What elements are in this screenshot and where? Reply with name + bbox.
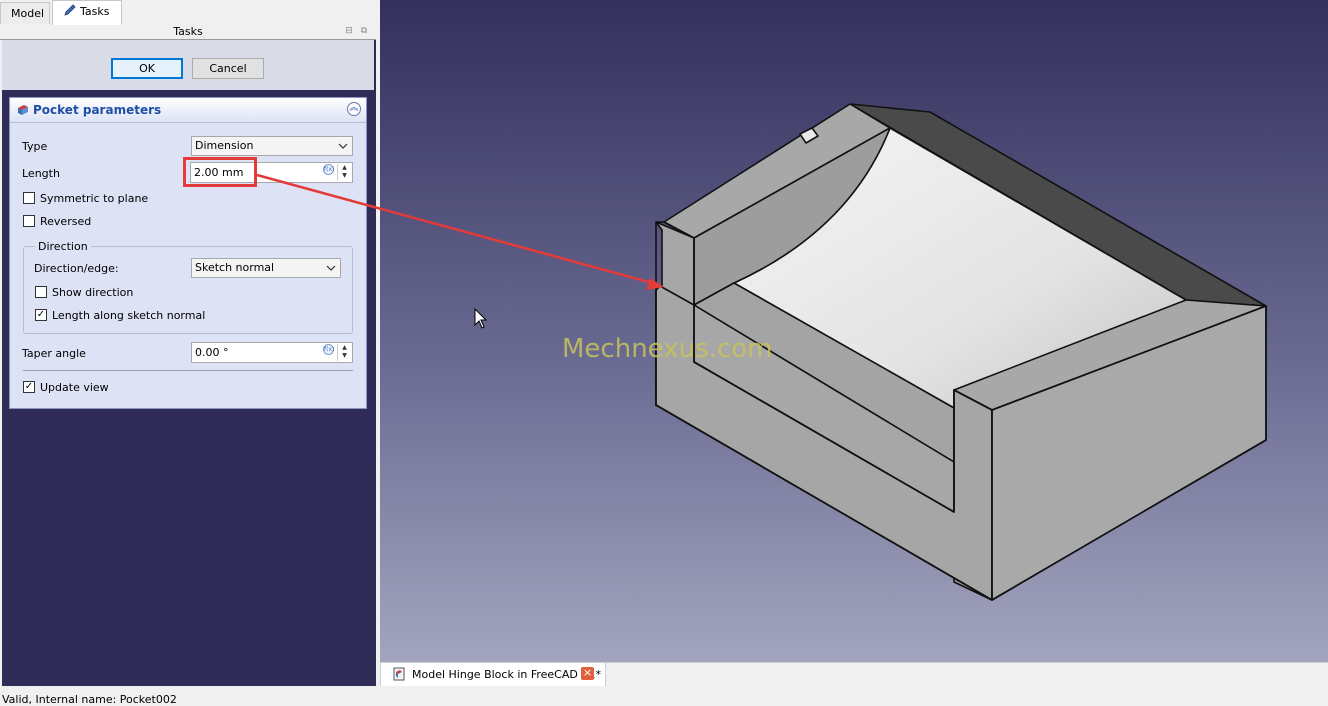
ok-button[interactable]: OK — [111, 58, 183, 79]
taper-spinner[interactable]: ▲ ▼ — [337, 344, 351, 361]
tab-tasks-label: Tasks — [80, 5, 110, 18]
dialog-button-box: OK Cancel — [2, 40, 374, 90]
panel-title-bar: Pocket parameters ︽ — [10, 98, 366, 123]
spin-up-icon[interactable]: ▲ — [338, 344, 351, 352]
checkmark-icon: ✓ — [24, 381, 34, 392]
separator — [23, 370, 353, 371]
document-tab[interactable]: Model Hinge Block in FreeCAD : 1* × — [380, 663, 606, 687]
update-view-label: Update view — [40, 381, 109, 394]
close-icon[interactable]: × — [581, 667, 594, 680]
direction-edge-label: Direction/edge: — [34, 262, 119, 275]
document-tabbar: Model Hinge Block in FreeCAD : 1* × — [380, 662, 1328, 687]
expression-icon[interactable]: f(x) — [323, 344, 334, 355]
spin-up-icon[interactable]: ▲ — [338, 164, 351, 172]
direction-edge-select[interactable]: Sketch normal — [191, 258, 341, 278]
reversed-checkbox[interactable] — [23, 215, 35, 227]
type-value: Dimension — [195, 139, 254, 152]
taper-input[interactable]: 0.00 ° f(x) ▲ ▼ — [191, 342, 353, 363]
document-tab-label: Model Hinge Block in FreeCAD : 1* — [412, 668, 602, 681]
document-icon — [393, 667, 405, 681]
combo-tabbar: Model Tasks — [0, 0, 376, 25]
show-direction-checkbox[interactable] — [35, 286, 47, 298]
mouse-cursor-icon — [474, 308, 488, 329]
tab-tasks[interactable]: Tasks — [52, 0, 122, 25]
checkmark-icon: ✓ — [36, 309, 46, 320]
tab-model-label: Model — [11, 7, 45, 20]
taper-value: 0.00 ° — [195, 346, 229, 359]
pocket-icon — [18, 105, 28, 115]
length-label: Length — [22, 167, 60, 180]
length-highlight-box — [183, 157, 257, 187]
along-normal-checkbox[interactable]: ✓ — [35, 309, 47, 321]
pencil-icon — [64, 4, 76, 16]
direction-edge-value: Sketch normal — [195, 261, 275, 274]
status-text: Valid, Internal name: Pocket002 — [2, 693, 177, 706]
reversed-label: Reversed — [40, 215, 92, 228]
expression-icon[interactable]: f(x) — [323, 164, 334, 175]
spin-down-icon[interactable]: ▼ — [338, 352, 351, 360]
update-view-checkbox[interactable]: ✓ — [23, 381, 35, 393]
tab-model[interactable]: Model — [0, 2, 50, 24]
symmetric-label: Symmetric to plane — [40, 192, 149, 205]
dropdown-arrow-icon — [338, 143, 348, 149]
undock-icon[interactable]: ⧉ — [359, 26, 369, 36]
along-normal-label: Length along sketch normal — [52, 309, 206, 322]
pocket-parameters-panel: Pocket parameters ︽ Type Dimension Lengt… — [9, 97, 367, 409]
tasks-header: Tasks — [0, 25, 376, 40]
status-bar: Valid, Internal name: Pocket002 — [0, 686, 1328, 706]
collapse-icon[interactable]: ︽ — [347, 102, 361, 116]
cancel-button[interactable]: Cancel — [192, 58, 264, 79]
show-direction-label: Show direction — [52, 286, 134, 299]
length-spinner[interactable]: ▲ ▼ — [337, 164, 351, 181]
type-label: Type — [22, 140, 48, 153]
direction-group-title: Direction — [35, 240, 91, 253]
3d-viewport[interactable]: Mechnexus.com — [380, 0, 1328, 662]
combo-view: Model Tasks Tasks ⊟ ⧉ OK Cancel Pocket p… — [0, 0, 376, 686]
symmetric-checkbox[interactable] — [23, 192, 35, 204]
spin-down-icon[interactable]: ▼ — [338, 172, 351, 180]
hinge-block-model — [655, 103, 1267, 601]
float-icon[interactable]: ⊟ — [344, 26, 354, 36]
taper-label: Taper angle — [22, 347, 86, 360]
panel-title: Pocket parameters — [33, 103, 162, 117]
dropdown-arrow-icon — [326, 265, 336, 271]
watermark: Mechnexus.com — [562, 334, 773, 364]
type-select[interactable]: Dimension — [191, 136, 353, 156]
